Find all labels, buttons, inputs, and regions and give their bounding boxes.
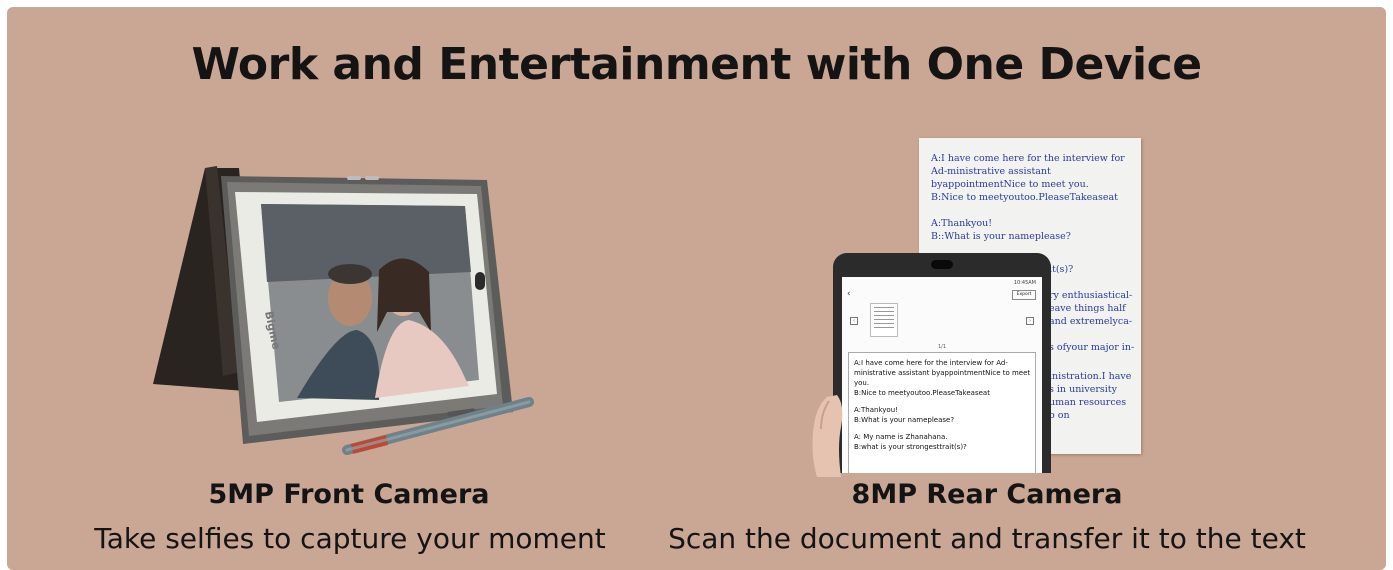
- document-line: s in university: [1049, 384, 1117, 395]
- ocr-line: B:Nice to meetyoutoo.PleaseTakeaseat: [854, 389, 990, 397]
- document-line: ry enthusiastical-: [1049, 290, 1133, 301]
- ocr-result-box[interactable]: A:I have come here for the interview for…: [848, 352, 1036, 473]
- next-page-icon[interactable]: ›: [1026, 317, 1034, 325]
- document-line: B::What is your nameplease?: [931, 231, 1071, 242]
- document-line: A:Thankyou!: [931, 218, 993, 229]
- ocr-line: A:I have come here for the interview for…: [854, 359, 1031, 387]
- document-line: inistration.I have: [1049, 371, 1132, 382]
- banner-panel: Work and Entertainment with One Device B…: [7, 7, 1386, 570]
- document-line: uman resources: [1049, 397, 1127, 408]
- back-arrow-icon[interactable]: ‹: [847, 289, 851, 299]
- ocr-line: B:What is your nameplease?: [854, 416, 955, 424]
- ocr-line: A: My name is Zhanahana.: [854, 433, 948, 441]
- front-camera-subtitle: Take selfies to capture your moment: [94, 522, 606, 555]
- document-line: it(s)?: [1049, 264, 1074, 275]
- status-time: 10:45AM: [1013, 280, 1036, 286]
- prev-page-icon[interactable]: ‹: [850, 317, 858, 325]
- ocr-text: A:I have come here for the interview for…: [854, 358, 1032, 459]
- rear-camera-icon: [931, 260, 953, 269]
- front-camera-title: 5MP Front Camera: [208, 479, 490, 510]
- front-camera-icon: [347, 176, 361, 180]
- tablet-front-camera-illustration: Bigme: [153, 166, 534, 455]
- page-title: Work and Entertainment with One Device: [191, 39, 1202, 90]
- ocr-line: B:what is your strongesttrait(s)?: [854, 443, 967, 451]
- document-line: and extremelyca-: [1049, 316, 1133, 327]
- export-button[interactable]: Export: [1012, 290, 1036, 300]
- document-line: A:I have come here for the interview for…: [931, 153, 1125, 190]
- page-indicator: 1/1: [937, 344, 947, 350]
- hand-illustration: [812, 395, 843, 477]
- document-line: o on: [1049, 410, 1070, 421]
- document-line: s ofyour major in-: [1049, 342, 1135, 353]
- document-thumbnail[interactable]: [870, 303, 898, 337]
- document-line: eave things half: [1049, 303, 1126, 314]
- status-bar: 10:45AM: [846, 280, 1038, 288]
- rear-camera-subtitle: Scan the document and transfer it to the…: [668, 522, 1306, 555]
- phone-screen: 10:45AM ‹ Export ‹ › 1/1 A:I have come h…: [842, 277, 1042, 473]
- document-line: B:Nice to meetyoutoo.PleaseTakeaseat: [931, 192, 1118, 203]
- rear-camera-title: 8MP Rear Camera: [851, 479, 1123, 510]
